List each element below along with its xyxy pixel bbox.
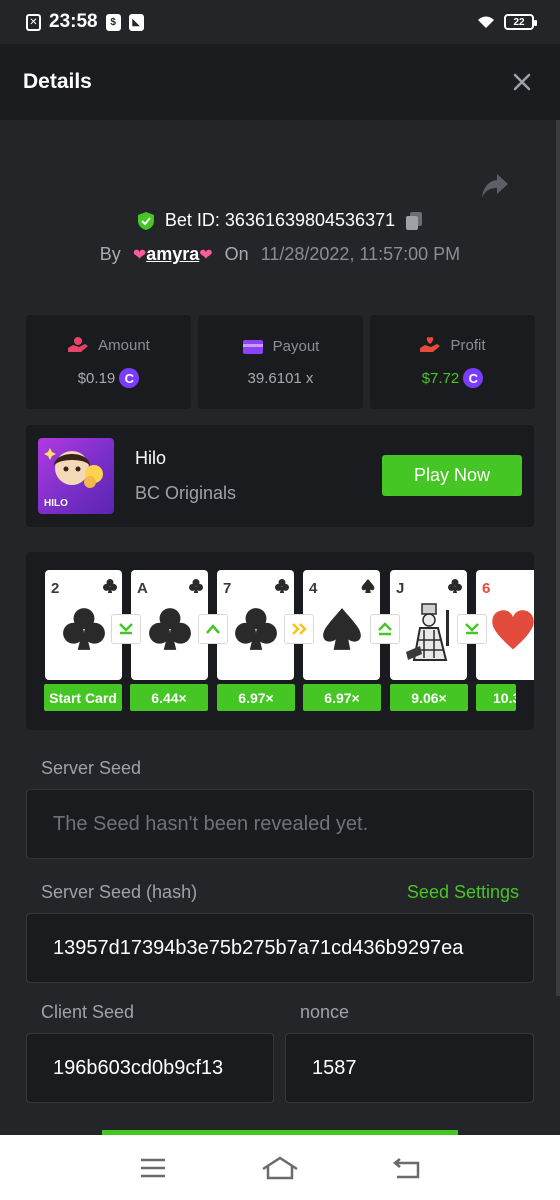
back-button[interactable] (387, 1152, 427, 1184)
multiplier-tag: Start Card (44, 684, 122, 711)
heart-icon: ❤ (199, 247, 213, 264)
details-header: Details (0, 44, 560, 120)
status-time: 23:58 (49, 11, 98, 32)
back-icon (392, 1157, 419, 1178)
club-icon (63, 608, 105, 650)
game-subtitle: BC Originals (135, 483, 237, 503)
wifi-icon (478, 16, 494, 28)
share-button[interactable] (480, 172, 510, 200)
system-nav-bar (0, 1135, 560, 1200)
club-icon (448, 579, 462, 593)
wallet-icon (242, 339, 263, 354)
bet-id-row: Bet ID: 36361639804536371 (0, 210, 560, 231)
bet-by-row: By ❤amyra❤ On 11/28/2022, 11:57:00 PM (0, 244, 560, 265)
by-label: By (99, 244, 121, 264)
game-card: HILO Hilo BC Originals Play Now (26, 425, 534, 527)
notification-icon: ✕ (26, 13, 41, 31)
heart-icon: ❤ (132, 247, 147, 264)
card-rank: A (137, 580, 148, 597)
heart-suit-icon (492, 610, 534, 650)
menu-icon (141, 1158, 166, 1177)
shop-icon: $ (105, 13, 121, 31)
coin-icon: C (463, 368, 484, 388)
battery-icon: 22 (504, 14, 537, 30)
payout-value: 39.6101 x (247, 369, 314, 387)
club-icon (189, 579, 203, 593)
club-icon (103, 579, 117, 593)
recents-button[interactable] (133, 1152, 173, 1184)
hilo-logo-text: HILO (44, 498, 68, 509)
server-seed-label: Server Seed (41, 758, 142, 778)
client-seed-label: Client Seed (41, 1002, 135, 1022)
battery-level: 22 (513, 16, 525, 28)
bet-id-value: 36361639804536371 (224, 210, 396, 230)
playing-card: A (131, 570, 208, 680)
amount-value: $0.19 (77, 369, 116, 387)
on-label: On (224, 244, 249, 264)
verified-shield-icon (137, 211, 154, 230)
share-icon (482, 174, 508, 198)
nonce-label: nonce (300, 1002, 350, 1022)
club-icon (235, 608, 277, 650)
skip-arrow-icon (284, 614, 314, 644)
lower-arrow-icon (111, 614, 141, 644)
seed-settings-link[interactable]: Seed Settings (407, 882, 519, 903)
jack-figure-icon (406, 603, 449, 661)
gallery-icon: ◣ (128, 13, 144, 31)
card-rank: 2 (51, 580, 60, 597)
card-rank: 6 (482, 580, 491, 597)
game-thumbnail[interactable]: HILO (38, 438, 114, 514)
amount-label: Amount (98, 336, 150, 354)
profit-card: Profit $7.72 C (370, 315, 535, 409)
profit-value: $7.72 (421, 369, 460, 387)
multiplier-tag: 10.37× (476, 684, 516, 711)
client-seed-field[interactable]: 196b603cd0b9cf13 (26, 1033, 274, 1103)
spade-icon (361, 579, 375, 593)
page-title: Details (23, 70, 92, 93)
amount-card: Amount $0.19 C (26, 315, 191, 409)
payout-label: Payout (272, 338, 320, 355)
club-icon (275, 579, 289, 593)
home-button[interactable] (260, 1152, 300, 1184)
bet-id-label: Bet ID: (164, 210, 220, 230)
profit-label: Profit (450, 336, 486, 354)
spade-icon (323, 608, 361, 650)
lower-arrow-icon (457, 614, 487, 644)
coin-icon: C (119, 368, 140, 388)
nonce-field[interactable]: 1587 (285, 1033, 534, 1103)
user-link[interactable]: ❤amyra❤ (133, 244, 213, 265)
playing-card: 7 (217, 570, 294, 680)
payout-card: Payout 39.6101 x (198, 315, 363, 409)
playing-card: 4 (303, 570, 380, 680)
close-icon (513, 73, 531, 91)
playing-card: J (390, 570, 467, 680)
server-seed-hash-label: Server Seed (hash) (41, 882, 198, 902)
copy-icon[interactable] (405, 211, 423, 231)
server-seed-field: The Seed hasn't been revealed yet. (26, 789, 534, 859)
multiplier-tag: 9.06× (390, 684, 468, 711)
username[interactable]: amyra (146, 244, 199, 264)
game-name: Hilo (135, 448, 167, 468)
multiplier-tag: 6.44× (130, 684, 208, 711)
club-icon (149, 608, 191, 650)
higher-arrow-icon (198, 614, 228, 644)
hand-heart-icon (420, 337, 441, 352)
multiplier-tag: 6.97× (217, 684, 295, 711)
multiplier-tag: 6.97× (303, 684, 381, 711)
card-rank: 7 (223, 580, 232, 597)
play-now-button[interactable]: Play Now (382, 455, 522, 496)
card-rank: J (396, 580, 405, 597)
close-button[interactable] (507, 67, 537, 97)
hand-coins-icon (68, 337, 89, 352)
bet-date: 11/28/2022, 11:57:00 PM (260, 244, 461, 264)
server-seed-hash-field[interactable]: 13957d17394b3e75b275b7a71cd436b9297ea (26, 913, 534, 983)
higher-arrow-icon (370, 614, 400, 644)
home-icon (262, 1156, 298, 1179)
status-bar: ✕ 23:58 $ ◣ 22 (0, 0, 560, 44)
card-rank: 4 (309, 580, 318, 597)
